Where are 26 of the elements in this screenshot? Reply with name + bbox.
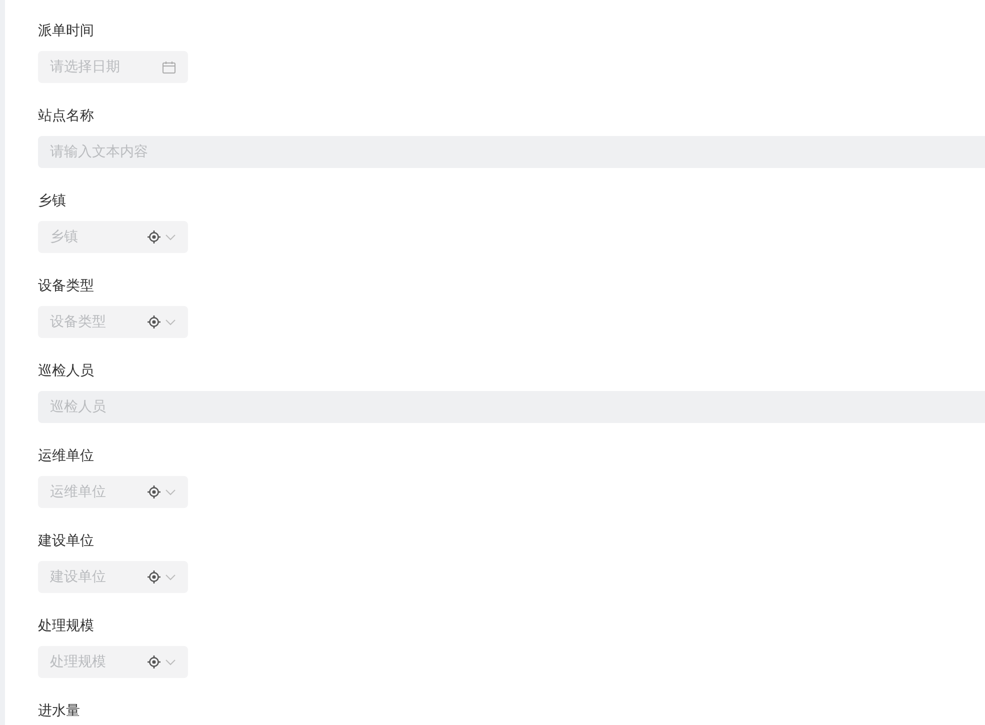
field-label: 站点名称 [38, 107, 95, 126]
select-field[interactable]: 处理规模 [38, 646, 188, 678]
field-label: 处理规模 [38, 617, 95, 636]
calendar-icon [162, 60, 176, 74]
locate-icon[interactable] [147, 315, 161, 329]
date-field[interactable]: 请选择日期 [38, 51, 188, 83]
chevron-down-icon [165, 574, 176, 580]
field-label: 巡检人员 [38, 362, 95, 381]
select-field[interactable]: 设备类型 [38, 306, 188, 338]
select-field[interactable]: 运维单位 [38, 476, 188, 508]
field-label: 建设单位 [38, 532, 95, 551]
chevron-down-icon [165, 318, 176, 326]
field-label: 进水量 [38, 702, 81, 721]
field-label: 运维单位 [38, 447, 95, 466]
locate-icon[interactable] [147, 655, 161, 669]
locate-icon[interactable] [147, 570, 161, 584]
chevron-down-icon [165, 234, 176, 240]
locate-icon[interactable] [147, 485, 161, 499]
chevron-down-icon [165, 488, 176, 496]
select-field[interactable]: 乡镇 [38, 221, 188, 253]
select-field[interactable]: 建设单位 [38, 561, 188, 593]
chevron-down-icon [165, 658, 176, 666]
locate-icon[interactable] [147, 230, 161, 244]
field-label: 派单时间 [38, 22, 95, 41]
field-label: 设备类型 [38, 277, 95, 296]
field-label: 乡镇 [38, 192, 67, 211]
